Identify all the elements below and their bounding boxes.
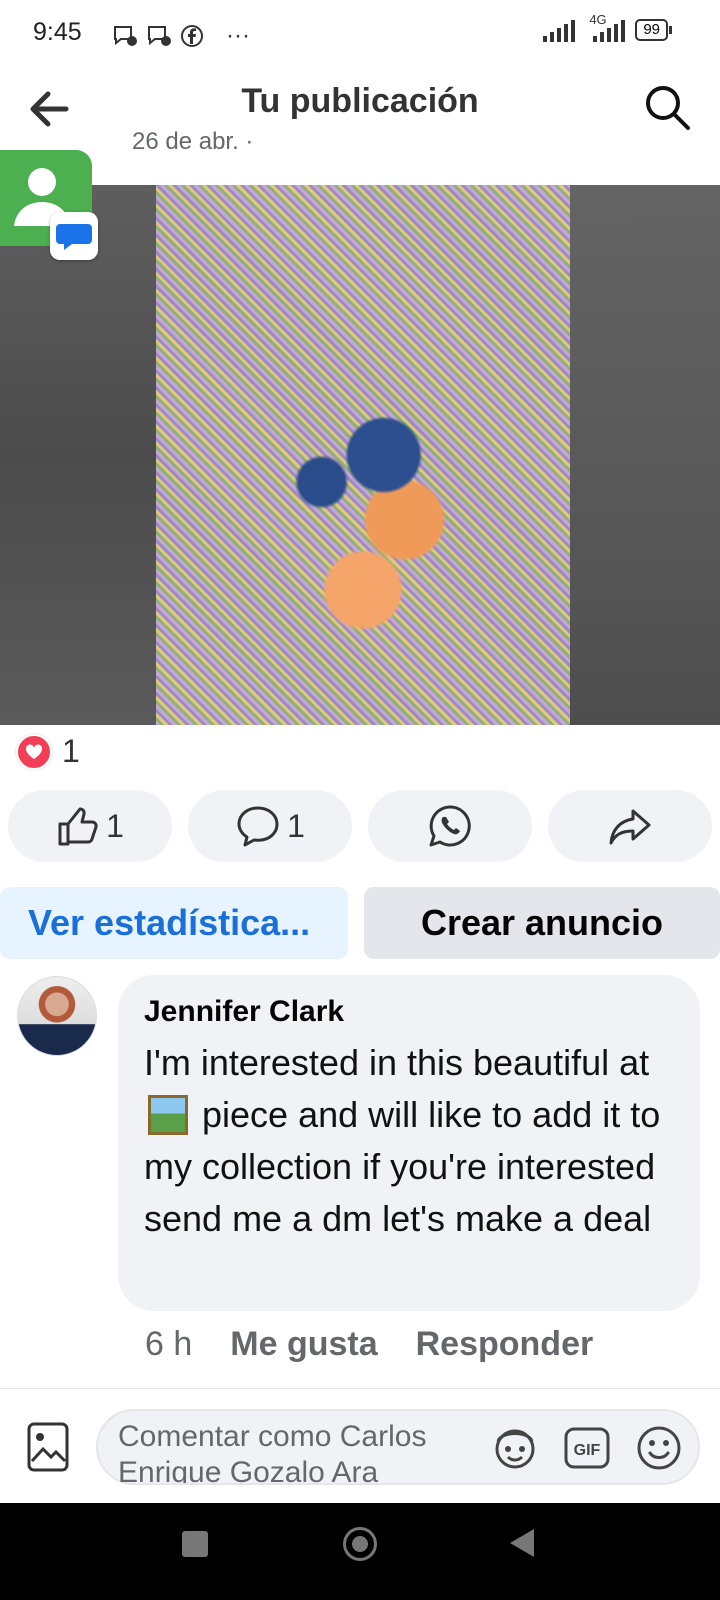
heart-icon bbox=[25, 743, 43, 759]
post-image-artwork bbox=[156, 185, 570, 725]
facebook-notification-icon bbox=[181, 25, 203, 47]
comment-meta: 6 h Me gusta Responder bbox=[145, 1325, 593, 1364]
post-actions: 1 1 bbox=[8, 790, 712, 862]
status-notification-icons: ··· bbox=[112, 22, 250, 50]
whatsapp-icon bbox=[429, 805, 471, 847]
avatar-sticker-icon bbox=[495, 1429, 535, 1469]
signal-icon bbox=[543, 20, 576, 42]
comment-text-part2: piece and will like to add it to my coll… bbox=[144, 1094, 661, 1239]
post-image-right-background bbox=[570, 185, 720, 725]
view-stats-button[interactable]: Ver estadística... bbox=[0, 887, 348, 959]
comment-bubble[interactable]: Jennifer Clark I'm interested in this be… bbox=[118, 975, 700, 1311]
network-type-label: 4G bbox=[589, 12, 607, 27]
comment-text-part1: I'm interested in this beautiful at bbox=[144, 1042, 650, 1083]
system-back-button[interactable] bbox=[510, 1529, 534, 1557]
whatsapp-share-button[interactable] bbox=[368, 790, 532, 862]
more-notifications-icon: ··· bbox=[226, 22, 250, 49]
composer-tools: GIF bbox=[490, 1423, 684, 1473]
love-reaction-icon bbox=[16, 733, 52, 770]
messenger-notification-icon bbox=[114, 26, 137, 46]
comment-text: I'm interested in this beautiful at piec… bbox=[144, 1037, 684, 1245]
commenter-avatar[interactable] bbox=[17, 976, 97, 1056]
like-count: 1 bbox=[106, 807, 124, 844]
create-ad-button[interactable]: Crear anuncio bbox=[364, 887, 720, 959]
share-arrow-icon bbox=[609, 809, 651, 845]
gif-button[interactable]: GIF bbox=[562, 1423, 612, 1473]
avatar-sticker-button[interactable] bbox=[490, 1423, 540, 1473]
comment-like-button[interactable]: Me gusta bbox=[230, 1325, 377, 1364]
app-header: Tu publicación bbox=[0, 70, 720, 151]
home-button[interactable] bbox=[343, 1527, 377, 1561]
status-system-icons: 4G 99 bbox=[543, 12, 672, 42]
share-button[interactable] bbox=[548, 790, 712, 862]
image-icon bbox=[27, 1422, 69, 1472]
post-meta-clip bbox=[0, 150, 720, 180]
comment-reply-button[interactable]: Responder bbox=[416, 1325, 594, 1364]
chat-bubble-icon bbox=[56, 224, 92, 250]
comment-time: 6 h bbox=[145, 1325, 193, 1363]
comment-composer: Comentar como Carlos Enrique Gozalo Ara … bbox=[0, 1388, 720, 1504]
framed-picture-emoji-icon bbox=[148, 1095, 188, 1135]
emoji-button[interactable] bbox=[634, 1423, 684, 1473]
thumbs-up-icon bbox=[58, 807, 98, 846]
comment-button[interactable]: 1 bbox=[188, 790, 352, 862]
add-photo-button[interactable] bbox=[26, 1421, 70, 1473]
comment-bubble-icon bbox=[237, 806, 279, 847]
page-title: Tu publicación bbox=[241, 82, 479, 120]
comment-input[interactable]: Comentar como Carlos Enrique Gozalo Ara … bbox=[96, 1409, 700, 1485]
like-button[interactable]: 1 bbox=[8, 790, 172, 862]
battery-indicator: 99 bbox=[635, 19, 672, 41]
post-image-left-background bbox=[0, 185, 156, 725]
status-time: 9:45 bbox=[33, 18, 82, 46]
search-button[interactable] bbox=[642, 82, 692, 132]
comment-count: 1 bbox=[287, 807, 305, 844]
network-type: 4G bbox=[585, 12, 626, 42]
system-nav-bar bbox=[0, 1503, 720, 1600]
status-bar: 9:45 ··· 4G 99 bbox=[0, 0, 720, 70]
svg-text:GIF: GIF bbox=[574, 1442, 601, 1459]
search-icon bbox=[646, 86, 690, 130]
smiley-icon bbox=[637, 1426, 681, 1470]
comment-author[interactable]: Jennifer Clark bbox=[144, 995, 344, 1029]
comment-input-placeholder: Comentar como Carlos Enrique Gozalo Ara bbox=[118, 1420, 427, 1483]
reaction-count: 1 bbox=[62, 733, 80, 769]
gif-icon: GIF bbox=[564, 1427, 610, 1469]
recents-button[interactable] bbox=[182, 1531, 208, 1557]
messenger-notification-icon bbox=[148, 26, 171, 46]
messages-badge bbox=[50, 212, 98, 260]
reactions-summary[interactable]: 1 bbox=[16, 733, 80, 770]
post-image[interactable] bbox=[0, 185, 720, 725]
